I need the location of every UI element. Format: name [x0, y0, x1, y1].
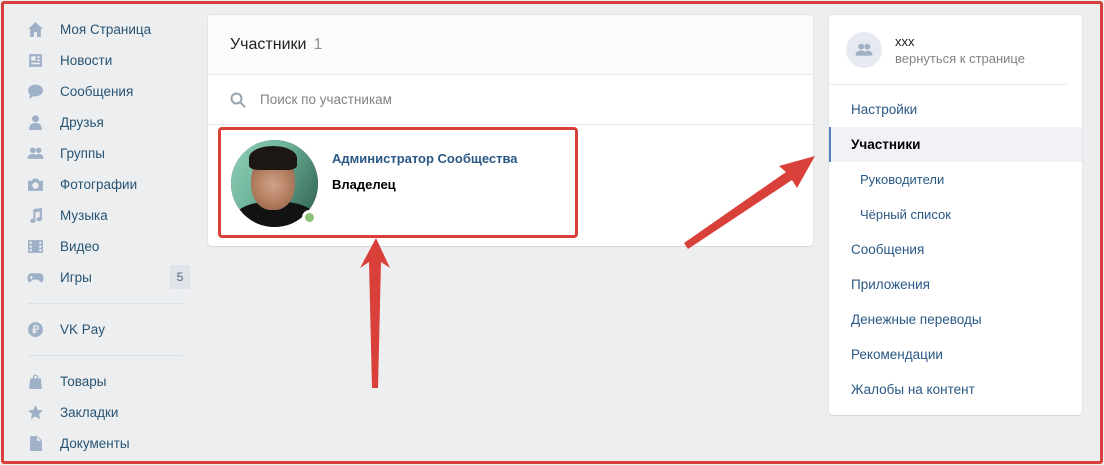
nav-divider	[28, 303, 182, 304]
menu-item-recommendations[interactable]: Рекомендации	[829, 337, 1082, 372]
nav-item-music[interactable]: Музыка	[22, 200, 192, 231]
home-icon	[26, 21, 44, 39]
nav-item-games[interactable]: Игры 5	[22, 262, 192, 293]
nav-item-my-page[interactable]: Моя Страница	[22, 14, 192, 45]
nav-item-documents[interactable]: Документы	[22, 428, 192, 459]
video-icon	[26, 238, 44, 256]
menu-item-members[interactable]: Участники	[829, 127, 1082, 162]
search-input[interactable]	[260, 92, 660, 107]
nav-item-video[interactable]: Видео	[22, 231, 192, 262]
menu-header[interactable]: xxx вернуться к странице	[829, 15, 1067, 85]
nav-label: Сообщения	[60, 84, 134, 99]
camera-icon	[26, 176, 44, 194]
nav-label: Моя Страница	[60, 22, 152, 37]
members-header: Участники 1	[208, 15, 813, 75]
nav-label: Новости	[60, 53, 113, 68]
nav-item-vk-pay[interactable]: VK Pay	[22, 314, 192, 345]
nav-item-news[interactable]: Новости	[22, 45, 192, 76]
groups-icon	[26, 145, 44, 163]
music-icon	[26, 207, 44, 225]
menu-item-messages[interactable]: Сообщения	[829, 232, 1082, 267]
nav-label: Документы	[60, 436, 130, 451]
nav-label: Фотографии	[60, 177, 138, 192]
members-search	[208, 75, 813, 125]
vk-pay-icon	[26, 321, 44, 339]
group-avatar-icon	[846, 31, 882, 68]
nav-item-photos[interactable]: Фотографии	[22, 169, 192, 200]
member-highlight-box	[218, 127, 578, 238]
search-icon	[230, 92, 246, 107]
gamepad-icon	[26, 269, 44, 287]
members-panel: Участники 1 Администратор Сообщества Вла…	[208, 15, 813, 246]
group-name: xxx	[895, 33, 915, 49]
menu-list: Настройки Участники Руководители Чёрный …	[829, 85, 1082, 407]
back-to-page-link[interactable]: вернуться к странице	[895, 51, 1025, 66]
nav-item-messages[interactable]: Сообщения	[22, 76, 192, 107]
community-menu: xxx вернуться к странице Настройки Участ…	[829, 15, 1082, 415]
nav-label: Видео	[60, 239, 100, 254]
nav-label: Закладки	[60, 405, 119, 420]
document-icon	[26, 435, 44, 453]
menu-item-blacklist[interactable]: Чёрный список	[829, 197, 1082, 232]
nav-label: Группы	[60, 146, 105, 161]
news-icon	[26, 52, 44, 70]
menu-item-money-transfers[interactable]: Денежные переводы	[829, 302, 1082, 337]
members-title: Участники	[230, 35, 307, 53]
games-count-badge: 5	[170, 265, 190, 289]
left-nav: Моя Страница Новости Сообщения Друзья Гр…	[22, 14, 192, 459]
menu-item-settings[interactable]: Настройки	[829, 92, 1082, 127]
nav-item-goods[interactable]: Товары	[22, 366, 192, 397]
nav-label: Музыка	[60, 208, 108, 223]
nav-item-groups[interactable]: Группы	[22, 138, 192, 169]
nav-label: VK Pay	[60, 322, 106, 337]
menu-item-apps[interactable]: Приложения	[829, 267, 1082, 302]
friends-icon	[26, 114, 44, 132]
nav-divider	[28, 355, 182, 356]
members-count: 1	[313, 35, 323, 53]
shopping-bag-icon	[26, 373, 44, 391]
messages-icon	[26, 83, 44, 101]
member-row[interactable]: Администратор Сообщества Владелец	[218, 127, 578, 238]
arrow-up-to-member	[360, 238, 390, 388]
menu-item-content-reports[interactable]: Жалобы на контент	[829, 372, 1082, 407]
nav-label: Друзья	[60, 115, 104, 130]
nav-label: Товары	[60, 374, 107, 389]
nav-label: Игры	[60, 270, 92, 285]
nav-item-bookmarks[interactable]: Закладки	[22, 397, 192, 428]
menu-item-managers[interactable]: Руководители	[829, 162, 1082, 197]
star-icon	[26, 404, 44, 422]
nav-item-friends[interactable]: Друзья	[22, 107, 192, 138]
